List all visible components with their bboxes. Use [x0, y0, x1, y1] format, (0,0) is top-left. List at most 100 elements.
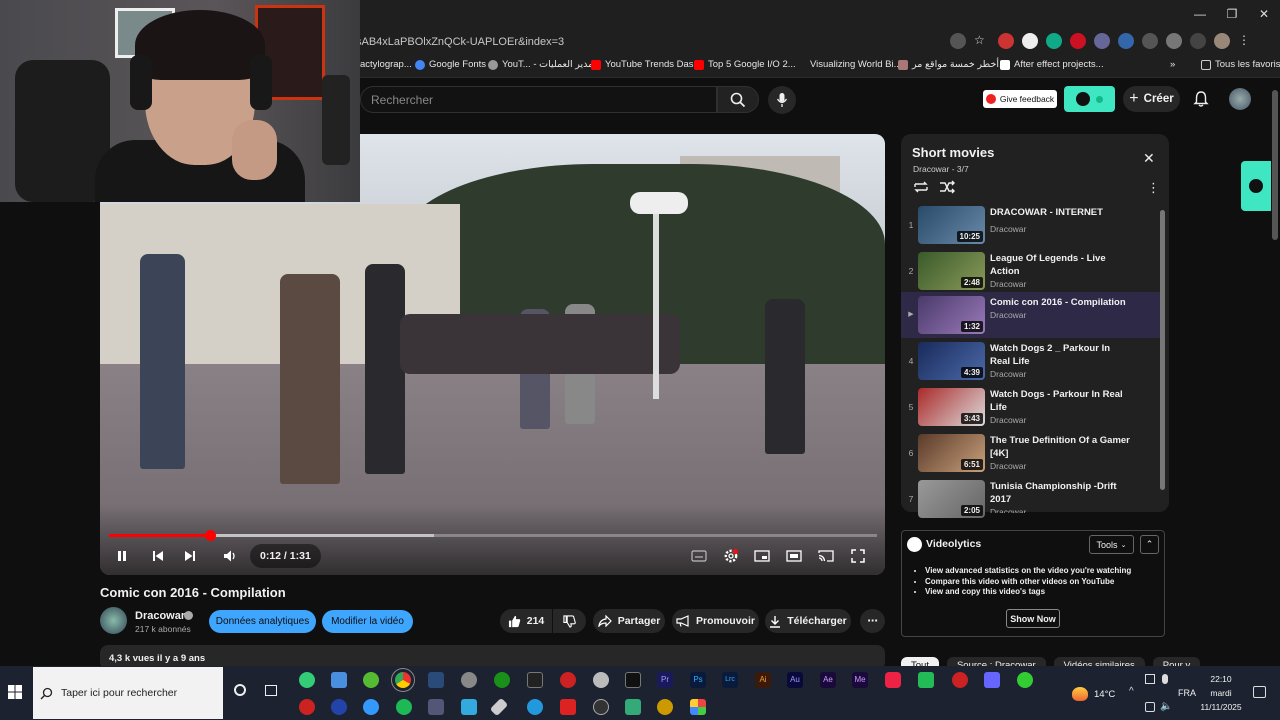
- more-icon[interactable]: ⋮: [1238, 33, 1254, 49]
- extension-icon[interactable]: [998, 33, 1014, 49]
- app-icon[interactable]: [984, 672, 1000, 688]
- restore-icon[interactable]: ❐: [1216, 0, 1248, 28]
- profile-icon[interactable]: [1214, 33, 1230, 49]
- install-icon[interactable]: [950, 33, 966, 49]
- premiere-icon[interactable]: Pr: [657, 672, 673, 688]
- app-icon[interactable]: [593, 699, 609, 715]
- app-icon[interactable]: [363, 672, 379, 688]
- all-favorites[interactable]: Tous les favoris: [1201, 59, 1280, 70]
- dislike-button[interactable]: [553, 609, 586, 633]
- playlist-item[interactable]: 2 2:48 League Of Legends - Live Action D…: [901, 248, 1161, 294]
- notification-center-icon[interactable]: [1253, 686, 1266, 698]
- notifications-bell-icon[interactable]: [1192, 90, 1210, 108]
- volume-button[interactable]: [216, 544, 244, 568]
- app-icon[interactable]: [461, 672, 477, 688]
- network-icon[interactable]: [1145, 702, 1155, 712]
- task-view-icon[interactable]: [265, 685, 277, 696]
- show-now-button[interactable]: Show Now: [1006, 609, 1060, 628]
- search-input[interactable]: Rechercher: [360, 86, 717, 113]
- more-actions-button[interactable]: ⋯: [860, 609, 885, 633]
- give-feedback-button[interactable]: Give feedback: [983, 90, 1057, 108]
- extension-side-tab[interactable]: [1241, 161, 1271, 211]
- star-icon[interactable]: ☆: [974, 33, 990, 49]
- playlist-item[interactable]: 7 2:05 Tunisia Championship -Drift 2017 …: [901, 476, 1161, 522]
- bookmark-item[interactable]: actylograp...: [360, 59, 412, 70]
- download-button[interactable]: Télécharger: [765, 609, 851, 633]
- fullscreen-button[interactable]: [844, 544, 872, 568]
- spotify-icon[interactable]: [396, 699, 412, 715]
- extension-icon[interactable]: [1118, 33, 1134, 49]
- channel-name[interactable]: Dracowar: [135, 610, 185, 622]
- progress-scrubber[interactable]: [205, 530, 216, 541]
- bookmark-item[interactable]: Visualizing World Bi...: [810, 59, 902, 70]
- audition-icon[interactable]: Au: [787, 672, 803, 688]
- app-icon[interactable]: [560, 672, 576, 688]
- app-icon[interactable]: [593, 672, 609, 688]
- app-icon[interactable]: [1017, 672, 1033, 688]
- channel-avatar[interactable]: [100, 607, 127, 634]
- playlist-scrollbar[interactable]: [1160, 210, 1165, 490]
- theater-mode-button[interactable]: [780, 544, 808, 568]
- app-icon[interactable]: [299, 699, 315, 715]
- app-icon[interactable]: [461, 699, 477, 715]
- close-icon[interactable]: ✕: [1248, 0, 1280, 28]
- cast-button[interactable]: [812, 544, 840, 568]
- close-icon[interactable]: ✕: [1143, 150, 1155, 167]
- minimize-icon[interactable]: —: [1184, 0, 1216, 28]
- subtitles-button[interactable]: [685, 544, 713, 568]
- app-icon[interactable]: [428, 699, 444, 715]
- settings-button[interactable]: [717, 544, 745, 568]
- create-button[interactable]: + Créer: [1123, 86, 1180, 112]
- app-icon[interactable]: [363, 699, 379, 715]
- extension-icon[interactable]: [1094, 33, 1110, 49]
- extension-icon[interactable]: [1070, 33, 1086, 49]
- tray-icon[interactable]: [1145, 674, 1155, 684]
- extension-button[interactable]: [1064, 86, 1115, 112]
- app-icon[interactable]: [299, 672, 315, 688]
- chevron-up-icon[interactable]: ^: [1129, 686, 1134, 697]
- extension-icon[interactable]: [1046, 33, 1062, 49]
- after-effects-icon[interactable]: Ae: [820, 672, 836, 688]
- bookmark-item[interactable]: YouT... - مدير العمليات: [488, 59, 593, 70]
- bookmark-item[interactable]: أخطر خمسة مواقع مر...: [898, 59, 1007, 70]
- collapse-button[interactable]: ⌃: [1140, 535, 1159, 554]
- playlist-item[interactable]: 6 6:51 The True Definition Of a Gamer [4…: [901, 430, 1161, 476]
- illustrator-icon[interactable]: Ai: [755, 672, 771, 688]
- photoshop-icon[interactable]: Ps: [690, 672, 706, 688]
- bookmark-item[interactable]: Top 5 Google I/O 2...: [694, 59, 796, 70]
- next-button[interactable]: [176, 544, 204, 568]
- microphone-icon[interactable]: [1162, 674, 1168, 684]
- playlist-item[interactable]: 4 4:39 Watch Dogs 2 _ Parkour In Real Li…: [901, 338, 1161, 384]
- account-avatar[interactable]: [1229, 88, 1251, 110]
- search-button[interactable]: [717, 86, 759, 113]
- playlist-item[interactable]: 1 10:25 DRACOWAR - INTERNET Dracowar: [901, 202, 1161, 248]
- app-icon[interactable]: [690, 699, 706, 715]
- app-icon[interactable]: [918, 672, 934, 688]
- input-language[interactable]: FRA: [1178, 688, 1196, 698]
- media-encoder-icon[interactable]: Me: [852, 672, 868, 688]
- app-icon[interactable]: [331, 699, 347, 715]
- extension-icon[interactable]: [1142, 33, 1158, 49]
- speaker-icon[interactable]: 🔈: [1160, 701, 1172, 712]
- like-button[interactable]: 214: [500, 609, 552, 633]
- start-button[interactable]: [4, 680, 26, 704]
- bookmark-item[interactable]: YouTube Trends Das...: [591, 59, 701, 70]
- tiktok-icon[interactable]: [885, 672, 901, 688]
- playlist-item-current[interactable]: ▶ 1:32 Comic con 2016 - Compilation Drac…: [901, 292, 1161, 338]
- chrome-icon[interactable]: [391, 668, 415, 692]
- bookmark-item[interactable]: After effect projects...: [1000, 59, 1104, 70]
- app-icon[interactable]: [560, 699, 576, 715]
- extension-icon[interactable]: [1022, 33, 1038, 49]
- url-text[interactable]: sAB4xLaPBOlxZnQCk-UAPLOEr&index=3: [356, 36, 564, 48]
- tools-dropdown[interactable]: Tools ⌄: [1089, 535, 1134, 554]
- page-scrollbar[interactable]: [1272, 90, 1278, 240]
- edit-video-button[interactable]: Modifier la vidéo: [322, 610, 413, 633]
- voice-search-button[interactable]: [768, 86, 796, 114]
- taskbar-search-input[interactable]: Taper ici pour rechercher: [33, 667, 223, 719]
- app-icon[interactable]: [331, 672, 347, 688]
- app-icon[interactable]: [625, 699, 641, 715]
- pause-button[interactable]: [108, 544, 136, 568]
- miniplayer-button[interactable]: [748, 544, 776, 568]
- app-icon[interactable]: [952, 672, 968, 688]
- clock[interactable]: 22:10 mardi 11/11/2025: [1195, 672, 1247, 714]
